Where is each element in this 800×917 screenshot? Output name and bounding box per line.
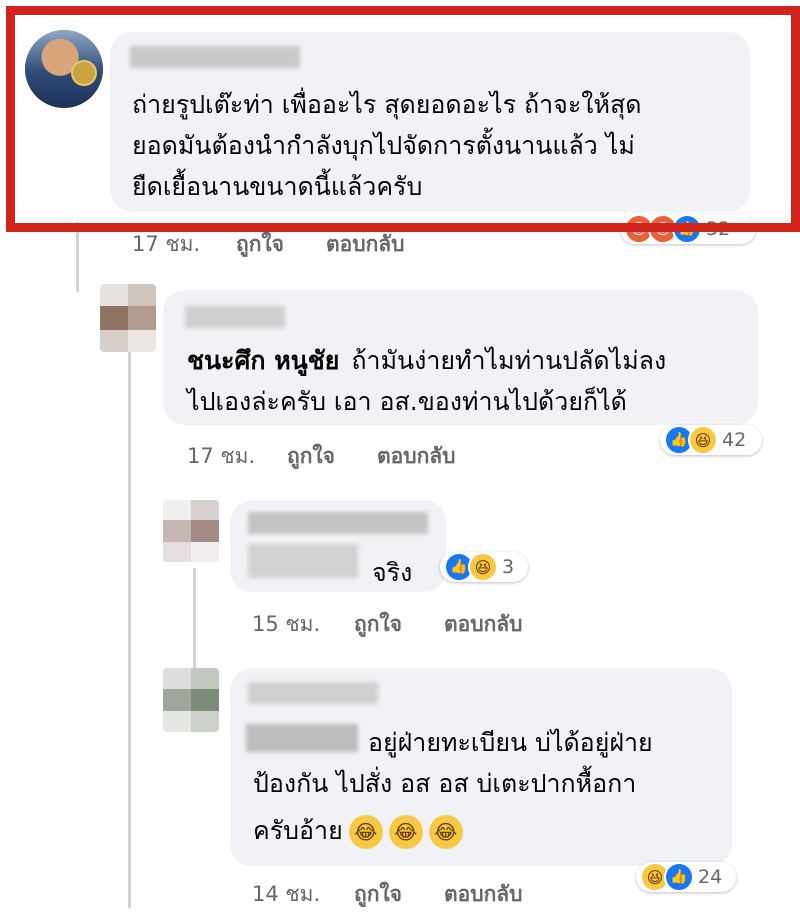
avatar[interactable] xyxy=(163,500,219,562)
avatar-pixel xyxy=(191,711,219,732)
avatar-pixel xyxy=(163,689,191,711)
avatar-pixel xyxy=(191,500,219,520)
reaction-count: 42 xyxy=(722,429,747,451)
reply-link[interactable]: ตอบกลับ xyxy=(377,440,456,473)
avatar-pixel xyxy=(100,306,128,330)
commenter-name-redacted[interactable] xyxy=(185,306,285,328)
laughing-emoji-icon: 😂 xyxy=(388,815,423,849)
reaction-count: 3 xyxy=(502,556,515,578)
thread-line-reply xyxy=(128,348,131,908)
comment-text: ถ้ามันง่ายทำไมท่านปลัดไม่ลง xyxy=(351,346,667,375)
comment-text-line-3: ครับอ้าย 😂 😂 😂 xyxy=(253,810,463,851)
commenter-name-redacted[interactable] xyxy=(248,512,428,534)
timestamp: 17 ชม. xyxy=(132,232,201,256)
comment-meta: 17 ชม. ถูกใจ ตอบกลับ xyxy=(132,228,462,256)
avatar-pixel xyxy=(100,330,128,352)
mention-redacted[interactable] xyxy=(248,544,358,578)
avatar-pixel xyxy=(163,520,191,542)
mention-redacted[interactable] xyxy=(246,724,358,752)
comment-text-line-2: ไปเองล่ะครับ เอา อส.ของท่านไปด้วยก็ได้ xyxy=(187,387,627,416)
comment-meta: 15 ชม. ถูกใจ ตอบกลับ xyxy=(252,608,552,636)
reaction-summary[interactable]: 👍 😆 42 xyxy=(660,425,762,455)
reaction-summary[interactable]: 😆 👍 24 xyxy=(636,862,736,892)
reply-link[interactable]: ตอบกลับ xyxy=(444,878,523,911)
reply-link[interactable]: ตอบกลับ xyxy=(326,228,405,261)
comment-text: ครับอ้าย xyxy=(253,816,343,845)
avatar-pixel xyxy=(100,284,128,306)
reply-link[interactable]: ตอบกลับ xyxy=(444,608,523,641)
avatar-pixel xyxy=(191,542,219,562)
comment-text: จริง xyxy=(372,558,413,587)
avatar-pixel xyxy=(191,668,219,689)
comment-text-line-1: อยู่ฝ่ายทะเบียน บ่ได้อยู่ฝ่าย xyxy=(368,728,653,757)
thread-line-main xyxy=(76,222,79,292)
comment-bubble xyxy=(230,500,446,592)
avatar[interactable] xyxy=(163,668,219,732)
laughing-emoji-icon: 😂 xyxy=(348,815,383,849)
like-link[interactable]: ถูกใจ xyxy=(236,228,284,261)
like-link[interactable]: ถูกใจ xyxy=(287,440,335,473)
avatar-pixel xyxy=(128,306,156,330)
avatar-pixel xyxy=(163,542,191,562)
tagged-name-link[interactable]: ชนะศึก หนูชัย xyxy=(187,346,339,375)
avatar-pixel xyxy=(128,330,156,352)
avatar[interactable] xyxy=(100,284,156,352)
commenter-name-redacted[interactable] xyxy=(248,682,378,704)
timestamp: 17 ชม. xyxy=(187,444,256,468)
like-link[interactable]: ถูกใจ xyxy=(354,878,402,911)
avatar-pixel xyxy=(163,668,191,689)
laughing-emoji-icon: 😂 xyxy=(428,815,463,849)
avatar-pixel xyxy=(191,520,219,542)
reaction-summary[interactable]: 👍 😆 3 xyxy=(440,552,528,582)
avatar-pixel xyxy=(163,500,191,520)
haha-icon: 😆 xyxy=(688,425,718,455)
avatar-pixel xyxy=(163,711,191,732)
reaction-count: 24 xyxy=(698,866,723,888)
timestamp: 14 ชม. xyxy=(252,882,321,906)
haha-icon: 😆 xyxy=(468,552,498,582)
like-link[interactable]: ถูกใจ xyxy=(354,608,402,641)
avatar-pixel xyxy=(128,284,156,306)
comment-meta: 17 ชม. ถูกใจ ตอบกลับ xyxy=(187,440,517,468)
like-icon: 👍 xyxy=(664,862,694,892)
highlight-frame xyxy=(6,6,800,232)
comment-meta: 14 ชม. ถูกใจ ตอบกลับ xyxy=(252,878,552,906)
comment-text-line-1: ชนะศึก หนูชัย ถ้ามันง่ายทำไมท่านปลัดไม่ลง xyxy=(187,340,666,381)
comment-text-line-2: ป้องกัน ไปสั่ง อส อส บ่เตะปากหื้อกา xyxy=(253,769,637,798)
avatar-pixel xyxy=(191,689,219,711)
timestamp: 15 ชม. xyxy=(252,612,321,636)
